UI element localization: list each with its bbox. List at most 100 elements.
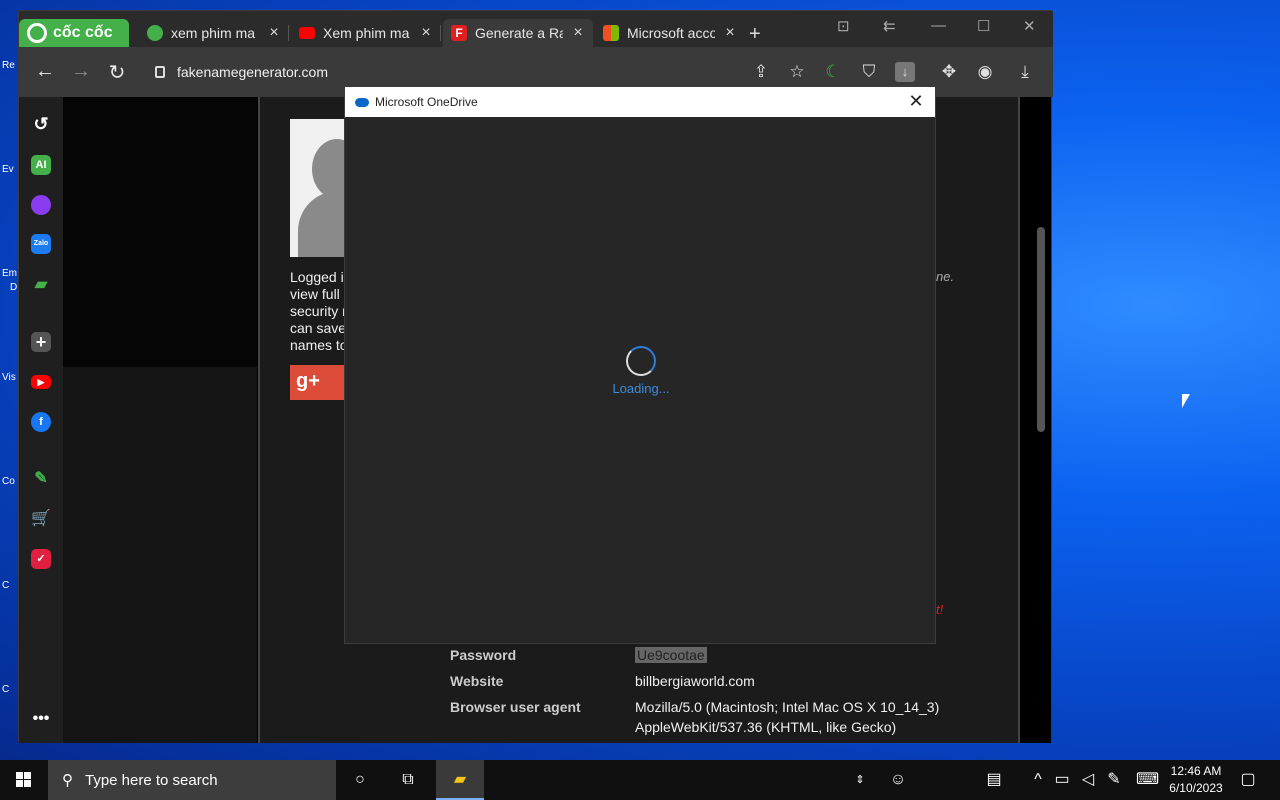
- more-icon[interactable]: •••: [31, 709, 51, 729]
- microsoft-icon: [603, 25, 619, 41]
- left-panel-top: [63, 97, 257, 367]
- lock-icon: [155, 66, 165, 78]
- zalo-icon[interactable]: Zalo: [31, 234, 51, 254]
- task-view-icon[interactable]: ⧉: [398, 770, 418, 790]
- back-button[interactable]: ←: [33, 60, 57, 83]
- taskbar-scroll-arrows-icon[interactable]: ⇕: [850, 770, 870, 790]
- coccoc-tab-icon: [147, 25, 163, 41]
- coccoc-menu-button[interactable]: cốc cốc: [19, 19, 129, 47]
- new-tab-button[interactable]: +: [749, 23, 761, 46]
- desktop-icon-label[interactable]: Em: [2, 268, 17, 279]
- dialog-titlebar: Microsoft OneDrive ✕: [345, 87, 935, 117]
- tab-title: Generate a Ran: [475, 25, 563, 41]
- dialog-close-button[interactable]: ✕: [905, 91, 927, 112]
- logged-in-text: Logged in view full s security r can sav…: [290, 269, 348, 354]
- desktop-icon-label[interactable]: C: [2, 580, 9, 591]
- start-button[interactable]: [0, 760, 48, 800]
- maximize-button[interactable]: ☐: [977, 17, 990, 35]
- dark-mode-moon-icon[interactable]: ☾: [823, 62, 843, 82]
- desktop-icon-label[interactable]: C: [2, 684, 9, 695]
- show-hidden-icons-icon[interactable]: ^: [1028, 770, 1048, 790]
- back-arrow-tab-icon[interactable]: ⇇: [883, 17, 896, 35]
- close-window-button[interactable]: ✕: [1023, 17, 1036, 35]
- search-icon: ⚲: [62, 772, 73, 789]
- info-value: Mozilla/5.0 (Macintosh; Intel Mac OS X 1…: [635, 699, 940, 735]
- info-row: Website billbergiaworld.com: [450, 673, 955, 691]
- fakenamegenerator-icon: F: [451, 25, 467, 41]
- network-icon[interactable]: ▭: [1052, 770, 1072, 790]
- tab-xem-phim-1[interactable]: xem phim ma ×: [139, 19, 289, 47]
- messenger-icon[interactable]: [31, 195, 51, 215]
- desktop-icon-label[interactable]: Ev: [2, 164, 14, 175]
- logged-line: names to: [290, 337, 348, 353]
- add-icon[interactable]: +: [31, 332, 51, 352]
- info-value: Ue9cootae: [635, 645, 955, 665]
- close-tab-icon[interactable]: ×: [723, 24, 737, 42]
- minimize-button[interactable]: —: [931, 17, 946, 34]
- mouse-cursor-icon: [1182, 394, 1190, 408]
- coccoc-icon[interactable]: ✎: [31, 469, 51, 489]
- page-scrollbar[interactable]: [1037, 227, 1045, 432]
- taskbar-search-box[interactable]: ⚲ Type here to search: [48, 760, 336, 800]
- cortana-icon[interactable]: ○: [350, 770, 370, 790]
- history-icon[interactable]: ↺: [31, 114, 51, 134]
- folder-icon: ▰: [453, 771, 467, 788]
- shield-icon[interactable]: ⛉: [859, 62, 879, 82]
- logged-line: can save: [290, 320, 347, 336]
- windows-logo-icon: [16, 772, 31, 787]
- tab-generate-random[interactable]: F Generate a Ran ×: [443, 19, 593, 47]
- shopping-icon[interactable]: 🛒: [31, 509, 51, 529]
- right-red-note: t!: [936, 602, 944, 617]
- pen-icon[interactable]: ✎: [1104, 770, 1124, 790]
- bookmark-star-icon[interactable]: ☆: [787, 62, 807, 82]
- avatar-body: [298, 191, 348, 257]
- desktop-icon-label[interactable]: Re: [2, 60, 15, 71]
- desktop-icon-label[interactable]: D: [10, 282, 17, 293]
- tab-title: Microsoft acco: [627, 25, 715, 41]
- reload-button[interactable]: ↻: [105, 60, 129, 85]
- system-clock[interactable]: 12:46 AM 6/10/2023: [1166, 763, 1226, 797]
- avatar-placeholder: [290, 119, 348, 257]
- tab-strip: cốc cốc xem phim ma × Xem phim ma × F Ge…: [19, 11, 1053, 47]
- desktop-icon-label[interactable]: Co: [2, 476, 15, 487]
- desktop-icon-label[interactable]: Vis: [2, 372, 16, 383]
- touch-keyboard-icon[interactable]: ⌨: [1136, 770, 1159, 790]
- forward-button[interactable]: →: [69, 60, 93, 83]
- share-icon[interactable]: ⇪: [751, 62, 771, 82]
- tab-title: xem phim ma: [171, 25, 256, 41]
- close-tab-icon[interactable]: ×: [571, 24, 585, 42]
- logged-line: security r: [290, 303, 347, 319]
- game-icon[interactable]: ▰: [31, 275, 51, 295]
- extensions-icon[interactable]: ✥: [939, 62, 959, 82]
- youtube-icon[interactable]: ▶: [31, 375, 51, 389]
- file-explorer-taskbar-button[interactable]: ▰: [436, 760, 484, 800]
- close-tab-icon[interactable]: ×: [419, 24, 433, 42]
- download-video-icon[interactable]: ↓: [895, 62, 915, 82]
- tab-search-icon[interactable]: ⊡: [837, 17, 850, 35]
- right-italic-note: ne.: [936, 269, 955, 284]
- todo-icon[interactable]: ✓: [31, 549, 51, 569]
- url-text: fakenamegenerator.com: [177, 64, 328, 80]
- info-value: billbergiaworld.com: [635, 673, 755, 689]
- tab-title: Xem phim ma: [323, 25, 410, 41]
- google-plus-login-button[interactable]: g+: [290, 365, 348, 400]
- address-bar[interactable]: fakenamegenerator.com: [145, 55, 735, 89]
- profile-icon[interactable]: ◉: [975, 62, 995, 82]
- loading-text: Loading...: [612, 381, 670, 396]
- tab-xem-phim-2[interactable]: Xem phim ma ×: [291, 19, 441, 47]
- notification-icon[interactable]: ▢: [1238, 770, 1258, 790]
- ai-icon[interactable]: AI: [31, 155, 51, 175]
- volume-muted-icon[interactable]: ◁: [1078, 770, 1098, 790]
- people-icon[interactable]: ☺: [888, 770, 908, 790]
- taskbar: ⚲ Type here to search ○ ⧉ ▰ ⇕ ☺ ▤ ^ ▭ ◁ …: [0, 760, 1280, 800]
- facebook-icon[interactable]: f: [31, 412, 51, 432]
- tab-microsoft-account[interactable]: Microsoft acco ×: [595, 19, 745, 47]
- avatar-head: [312, 139, 348, 199]
- logged-line: view full s: [290, 286, 348, 302]
- tab-separator: [440, 25, 441, 41]
- keyboard-layout-icon[interactable]: ▤: [984, 770, 1004, 790]
- downloads-icon[interactable]: ⤓: [1015, 62, 1035, 82]
- close-tab-icon[interactable]: ×: [267, 24, 281, 42]
- password-value[interactable]: Ue9cootae: [635, 647, 707, 663]
- coccoc-logo-icon: [27, 23, 47, 43]
